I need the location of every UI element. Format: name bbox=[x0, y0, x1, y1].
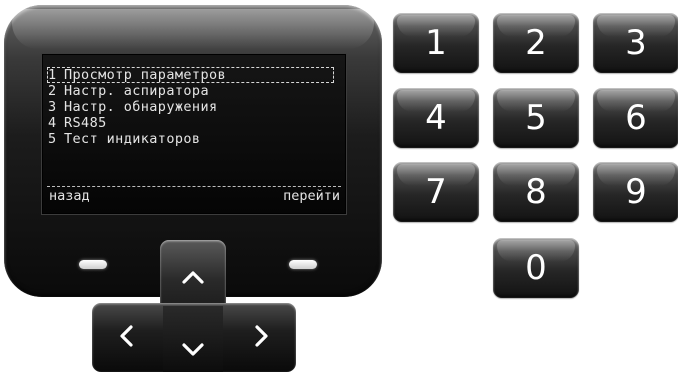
chevron-right-icon bbox=[255, 325, 268, 347]
key-label: 7 bbox=[425, 172, 447, 212]
key-label: 5 bbox=[525, 98, 547, 138]
menu-item-label: Тест индикаторов bbox=[64, 131, 201, 147]
softkey-label-go[interactable]: перейти bbox=[283, 187, 340, 205]
key-label: 9 bbox=[625, 172, 647, 212]
key-label: 1 bbox=[425, 23, 447, 63]
menu-item-view-parameters[interactable]: 1 Просмотр параметров bbox=[47, 67, 334, 83]
key-label: 0 bbox=[525, 248, 547, 288]
right-softkey-button[interactable] bbox=[289, 260, 317, 269]
menu-item-indicator-test[interactable]: 5 Тест индикаторов bbox=[47, 131, 345, 147]
dpad-right-button[interactable] bbox=[236, 312, 288, 360]
menu-item-detection-settings[interactable]: 3 Настр. обнаружения bbox=[47, 99, 345, 115]
key-7-button[interactable]: 7 bbox=[393, 162, 479, 222]
dpad-up-button[interactable] bbox=[166, 252, 220, 302]
lcd-screen: 1 Просмотр параметров 2 Настр. аспиратора … bbox=[42, 54, 346, 214]
menu-item-number: 1 bbox=[48, 67, 57, 83]
key-label: 3 bbox=[625, 23, 647, 63]
key-label: 2 bbox=[525, 23, 547, 63]
chevron-up-icon bbox=[182, 271, 204, 284]
key-0-button[interactable]: 0 bbox=[493, 238, 579, 298]
key-label: 6 bbox=[625, 98, 647, 138]
key-label: 8 bbox=[525, 172, 547, 212]
softkey-label-back[interactable]: назад bbox=[49, 187, 90, 205]
dpad-left-button[interactable] bbox=[100, 312, 152, 360]
menu-item-number: 2 bbox=[48, 83, 57, 99]
menu-item-aspirator-settings[interactable]: 2 Настр. аспиратора bbox=[47, 83, 345, 99]
key-6-button[interactable]: 6 bbox=[593, 88, 678, 148]
chevron-down-icon bbox=[182, 343, 204, 356]
menu-item-label: RS485 bbox=[64, 115, 107, 131]
dpad-down-button[interactable] bbox=[166, 330, 220, 370]
chevron-left-icon bbox=[120, 325, 133, 347]
menu-item-number: 4 bbox=[48, 115, 57, 131]
left-softkey-button[interactable] bbox=[79, 260, 107, 269]
menu-item-label: Просмотр параметров bbox=[64, 67, 227, 83]
menu-item-number: 3 bbox=[48, 99, 57, 115]
key-8-button[interactable]: 8 bbox=[493, 162, 579, 222]
key-1-button[interactable]: 1 bbox=[393, 13, 479, 73]
key-2-button[interactable]: 2 bbox=[493, 13, 579, 73]
menu-item-label: Настр. аспиратора bbox=[64, 83, 209, 99]
menu-list: 1 Просмотр параметров 2 Настр. аспиратора … bbox=[43, 67, 345, 147]
key-9-button[interactable]: 9 bbox=[593, 162, 678, 222]
key-4-button[interactable]: 4 bbox=[393, 88, 479, 148]
softkey-labels-row: назад перейти bbox=[47, 186, 341, 205]
bezel-gloss bbox=[12, 9, 374, 49]
key-3-button[interactable]: 3 bbox=[593, 13, 678, 73]
key-5-button[interactable]: 5 bbox=[493, 88, 579, 148]
menu-item-rs485[interactable]: 4 RS485 bbox=[47, 115, 345, 131]
menu-item-number: 5 bbox=[48, 131, 57, 147]
menu-item-label: Настр. обнаружения bbox=[64, 99, 218, 115]
key-label: 4 bbox=[425, 98, 447, 138]
